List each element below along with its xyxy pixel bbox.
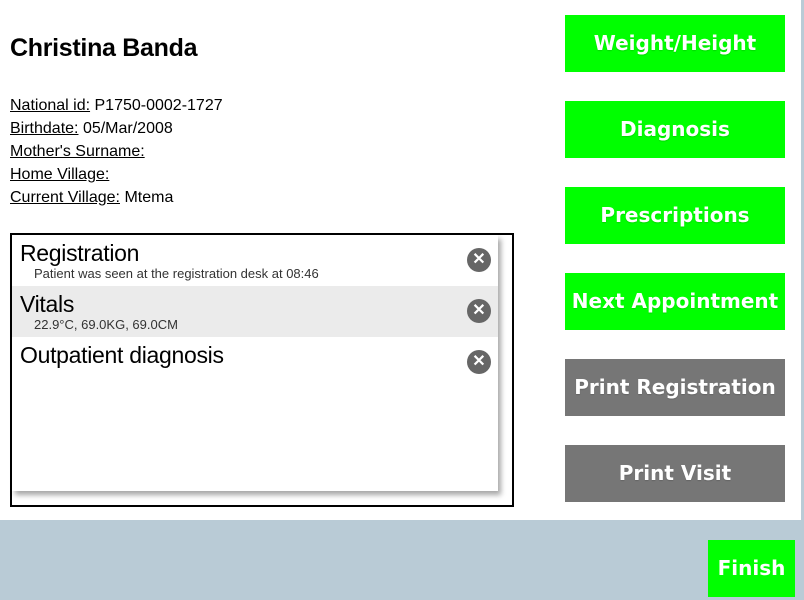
encounter-item-vitals[interactable]: Vitals 22.9°C, 69.0KG, 69.0CM ✕ — [12, 286, 498, 337]
encounter-title: Vitals — [20, 291, 75, 317]
encounter-title: Outpatient diagnosis — [20, 342, 224, 368]
circle-x-icon: ✕ — [472, 251, 486, 268]
footer-bar: Finish — [0, 520, 804, 600]
circle-x-icon: ✕ — [472, 353, 486, 370]
mothers-surname-label: Mother's Surname: — [10, 143, 145, 160]
home-village-label: Home Village: — [10, 166, 110, 183]
current-village-value: Mtema — [124, 189, 174, 206]
encounter-detail: 22.9°C, 69.0KG, 69.0CM — [34, 317, 178, 332]
home-village-row: Home Village: — [10, 163, 223, 186]
main-panel: Christina Banda National id: P1750-0002-… — [0, 0, 804, 520]
print-registration-button[interactable]: Print Registration — [565, 359, 785, 416]
national-id-value: P1750-0002-1727 — [94, 97, 223, 114]
encounter-item-outpatient-diagnosis[interactable]: Outpatient diagnosis ✕ — [12, 337, 498, 388]
national-id-label: National id: — [10, 97, 91, 114]
patient-name: Christina Banda — [10, 34, 198, 62]
birthdate-row: Birthdate: 05/Mar/2008 — [10, 117, 223, 140]
diagnosis-button[interactable]: Diagnosis — [565, 101, 785, 158]
current-village-label: Current Village: — [10, 189, 120, 206]
encounter-title: Registration — [20, 240, 140, 266]
patient-info: National id: P1750-0002-1727 Birthdate: … — [10, 94, 223, 209]
prescriptions-button[interactable]: Prescriptions — [565, 187, 785, 244]
current-village-row: Current Village: Mtema — [10, 186, 223, 209]
encounters-list: Registration Patient was seen at the reg… — [10, 233, 514, 507]
remove-vitals-button[interactable]: ✕ — [467, 299, 491, 323]
national-id-row: National id: P1750-0002-1727 — [10, 94, 223, 117]
circle-x-icon: ✕ — [472, 302, 486, 319]
mothers-surname-row: Mother's Surname: — [10, 140, 223, 163]
birthdate-value: 05/Mar/2008 — [82, 120, 173, 137]
encounter-detail: Patient was seen at the registration des… — [34, 266, 319, 281]
encounters-scroll-area[interactable]: Registration Patient was seen at the reg… — [12, 235, 498, 491]
weight-height-button[interactable]: Weight/Height — [565, 15, 785, 72]
encounter-item-registration[interactable]: Registration Patient was seen at the reg… — [12, 235, 498, 286]
finish-button[interactable]: Finish — [708, 540, 795, 597]
birthdate-label: Birthdate: — [10, 120, 79, 137]
remove-outpatient-diagnosis-button[interactable]: ✕ — [467, 350, 491, 374]
print-visit-button[interactable]: Print Visit — [565, 445, 785, 502]
remove-registration-button[interactable]: ✕ — [467, 248, 491, 272]
next-appointment-button[interactable]: Next Appointment — [565, 273, 785, 330]
